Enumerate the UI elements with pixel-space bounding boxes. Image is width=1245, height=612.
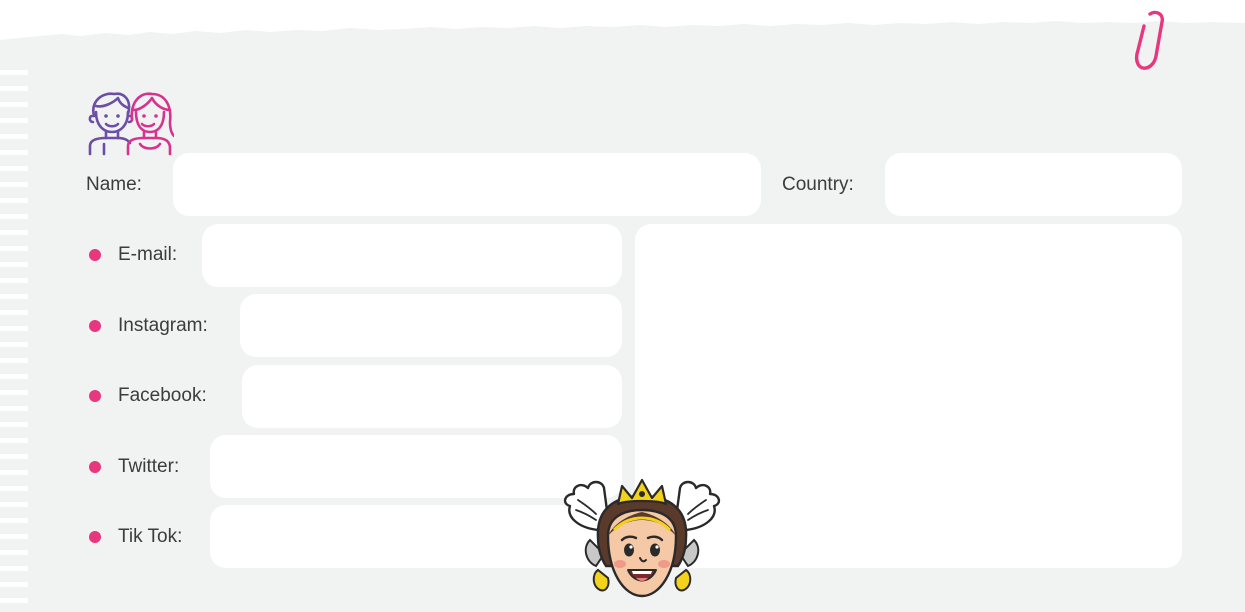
mascot-girl-icon [552, 474, 732, 610]
paperclip-icon [1128, 6, 1172, 74]
bullet-dot [89, 320, 101, 332]
country-field[interactable] [885, 153, 1182, 216]
facebook-label: Facebook: [118, 385, 207, 406]
email-field[interactable] [202, 224, 622, 287]
tiktok-label: Tik Tok: [118, 526, 183, 547]
bullet-dot [89, 249, 101, 261]
friends-icon [84, 88, 176, 156]
notebook-perforation [0, 70, 28, 612]
twitter-label: Twitter: [118, 456, 180, 477]
bullet-dot [89, 461, 101, 473]
facebook-field[interactable] [242, 365, 622, 428]
bullet-dot [89, 531, 101, 543]
name-label: Name: [86, 174, 142, 195]
instagram-label: Instagram: [118, 315, 208, 336]
name-field[interactable] [173, 153, 761, 216]
instagram-field[interactable] [240, 294, 622, 357]
bullet-dot [89, 390, 101, 402]
email-label: E-mail: [118, 244, 178, 265]
country-label: Country: [782, 174, 854, 195]
